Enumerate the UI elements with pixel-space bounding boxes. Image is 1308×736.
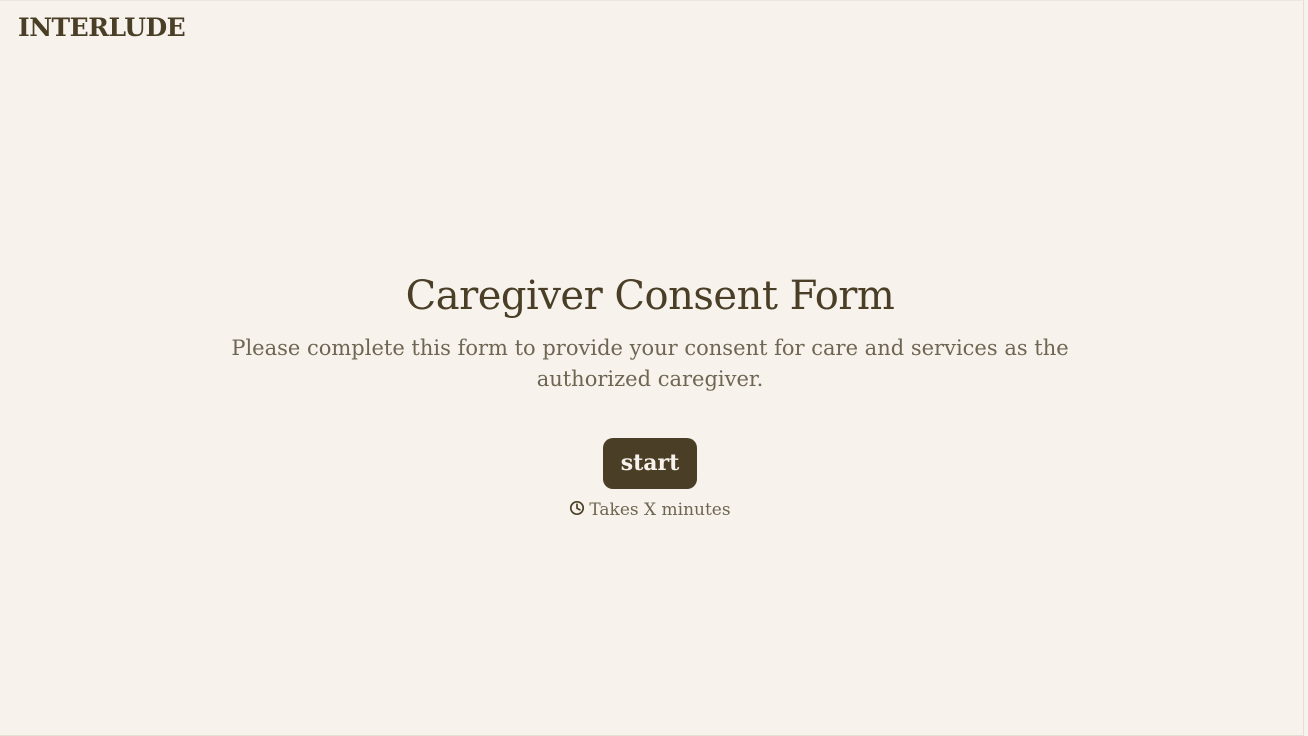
page-title: Caregiver Consent Form xyxy=(405,273,895,319)
estimated-duration: Takes X minutes xyxy=(0,498,1300,522)
intro-content: Caregiver Consent Form Please complete t… xyxy=(0,271,1300,522)
start-button[interactable]: start xyxy=(602,438,698,489)
clock-icon xyxy=(569,500,585,516)
brand-logo: INTERLUDE xyxy=(18,13,186,42)
form-intro-page: INTERLUDE Caregiver Consent Form Please … xyxy=(0,0,1304,736)
page-description: Please complete this form to provide you… xyxy=(231,336,1069,391)
duration-text: Takes X minutes xyxy=(589,500,731,520)
